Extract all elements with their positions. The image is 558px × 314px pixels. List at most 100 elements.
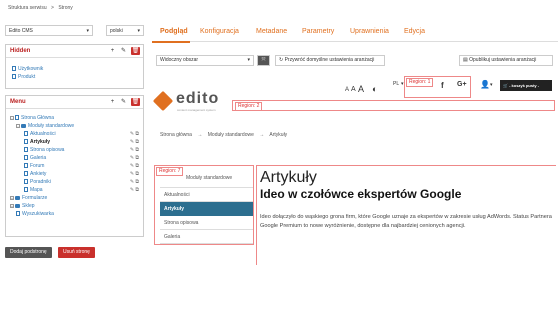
- tree-item[interactable]: Aktualności: [24, 131, 56, 138]
- folder-icon: [21, 123, 26, 128]
- side-menu-item[interactable]: Strona opisowa: [160, 216, 253, 230]
- publish-label: Opublikuj ustawienia aranżacji: [469, 57, 537, 63]
- page-icon: [12, 74, 16, 80]
- add-icon[interactable]: +: [108, 47, 117, 55]
- breadcrumb-separator: >: [51, 5, 54, 11]
- side-menu-item[interactable]: Galeria: [160, 230, 253, 244]
- hidden-panel-title: Hidden: [10, 48, 31, 54]
- page-icon: [24, 131, 28, 137]
- tree-item-label: Aktualności: [30, 131, 56, 137]
- menu-panel: Menu + ✎ 🗑 - Strona Główna - Moduły standa…: [5, 95, 144, 237]
- breadcrumb-pages: Strony: [58, 5, 73, 11]
- font-size-large[interactable]: A: [358, 84, 364, 94]
- chevron-down-icon: ▾: [247, 57, 250, 63]
- user-icon[interactable]: 👤: [480, 80, 490, 89]
- page-icon: [24, 187, 28, 193]
- edit-icon[interactable]: ✎ ⧉: [130, 139, 139, 145]
- language-select[interactable]: polski ▾: [106, 25, 144, 36]
- side-menu-item[interactable]: Aktualności: [160, 188, 253, 202]
- region-1-label[interactable]: Region: 1: [406, 78, 434, 87]
- hidden-panel: Hidden + ✎ 🗑 Użytkownik Produkt: [5, 44, 144, 89]
- restore-default-button[interactable]: ↻ Przywróć domyślne ustawienia aranżacji: [275, 55, 385, 66]
- edit-icon[interactable]: ✎ ⧉: [130, 171, 139, 177]
- expand-icon[interactable]: +: [10, 195, 14, 200]
- tree-item[interactable]: Wyszukiwarka: [16, 211, 54, 218]
- tree-item-label: Strona Główna: [21, 115, 55, 121]
- visible-area-select[interactable]: Widoczny obszar ▾: [156, 55, 254, 66]
- add-icon[interactable]: +: [108, 98, 117, 106]
- edit-icon[interactable]: ✎ ⧉: [130, 147, 139, 153]
- facebook-icon[interactable]: f: [441, 81, 444, 90]
- tab-edit[interactable]: Edycja: [404, 28, 425, 35]
- tree-item-label: Poradniki: [30, 179, 51, 185]
- cart-label: - koszyk pusty -: [509, 83, 540, 88]
- google-plus-icon[interactable]: G+: [457, 81, 467, 88]
- font-size-medium[interactable]: A: [351, 86, 356, 93]
- tree-item[interactable]: Mapa: [24, 187, 43, 194]
- crumb[interactable]: Moduły standardowe: [208, 132, 254, 138]
- collapse-icon[interactable]: -: [10, 115, 14, 120]
- tree-item[interactable]: Użytkownik: [12, 66, 43, 73]
- tab-metadata[interactable]: Metadane: [256, 28, 287, 35]
- tab-parameters[interactable]: Parametry: [302, 28, 334, 35]
- add-subpage-button[interactable]: Dodaj podstronę: [5, 247, 52, 258]
- tree-item-label: Ankiety: [30, 171, 47, 177]
- edit-icon[interactable]: ✎: [119, 98, 128, 106]
- tree-item[interactable]: Galeria: [24, 155, 46, 162]
- crumb: Artykuły: [269, 132, 288, 138]
- expand-icon[interactable]: +: [10, 203, 14, 208]
- tab-preview[interactable]: Podgląd: [160, 28, 188, 35]
- tree-item[interactable]: - Strona Główna: [10, 115, 54, 122]
- edit-icon[interactable]: ✎ ⧉: [130, 155, 139, 161]
- side-menu-item[interactable]: Moduły standardowe: [160, 171, 253, 188]
- tree-item-label: Forum: [30, 163, 45, 169]
- logo-subtitle: content management system: [177, 108, 216, 112]
- edit-icon[interactable]: ✎ ⧉: [130, 163, 139, 169]
- region-2-box: [232, 100, 555, 111]
- tree-item[interactable]: + Sklep: [10, 203, 35, 210]
- contrast-icon[interactable]: ◐: [372, 84, 377, 94]
- tab-configuration[interactable]: Konfiguracja: [200, 28, 239, 35]
- site-select[interactable]: Edito CMS ▾: [5, 25, 93, 36]
- publish-arrangement-button[interactable]: ▤ Opublikuj ustawienia aranżacji: [459, 55, 553, 66]
- tree-item[interactable]: Produkt: [12, 74, 35, 81]
- collapse-icon[interactable]: -: [16, 123, 20, 128]
- logo-text: edito: [176, 90, 220, 107]
- page-icon: [16, 211, 20, 217]
- page-icon: [24, 179, 28, 185]
- tree-item-label: Użytkownik: [18, 66, 44, 72]
- breadcrumb-structure[interactable]: Struktura serwisu: [8, 5, 47, 11]
- delete-page-button[interactable]: Usuń stronę: [58, 247, 95, 258]
- edit-icon[interactable]: ✎ ⧉: [130, 187, 139, 193]
- tree-item-label: Wyszukiwarka: [22, 211, 54, 217]
- crumb[interactable]: Strona główna: [160, 132, 192, 138]
- fullscreen-button[interactable]: ⤧: [257, 55, 270, 66]
- region-2-label[interactable]: Region: 2: [235, 102, 263, 111]
- font-size-small[interactable]: A: [345, 87, 349, 93]
- tree-item[interactable]: - Moduły standardowe: [16, 123, 74, 130]
- menu-panel-header: Menu + ✎ 🗑: [6, 96, 143, 109]
- delete-icon[interactable]: 🗑: [131, 98, 140, 106]
- chevron-down-icon: ▾: [137, 28, 140, 34]
- language-label[interactable]: PL: [393, 81, 399, 87]
- cart-button[interactable]: 🛒 - koszyk pusty -: [500, 80, 552, 91]
- tree-item[interactable]: Ankiety: [24, 171, 46, 178]
- edit-icon[interactable]: ✎: [119, 47, 128, 55]
- edit-icon[interactable]: ✎ ⧉: [130, 131, 139, 137]
- visible-area-value: Widoczny obszar: [160, 57, 199, 63]
- tree-item[interactable]: Strona opisowa: [24, 147, 64, 154]
- tree-item[interactable]: Forum: [24, 163, 44, 170]
- tree-item-label: Sklep: [22, 203, 35, 209]
- side-menu-item-active[interactable]: Artykuły: [160, 202, 253, 216]
- language-select-value: polski: [110, 28, 123, 34]
- chevron-down-icon: ▾: [490, 82, 493, 88]
- tree-item-selected[interactable]: Artykuły: [24, 139, 50, 146]
- edit-icon[interactable]: ✎ ⧉: [130, 179, 139, 185]
- tab-permissions[interactable]: Uprawnienia: [350, 28, 389, 35]
- site-select-value: Edito CMS: [9, 28, 33, 34]
- tree-item-label: Strona opisowa: [30, 147, 65, 153]
- tree-item[interactable]: Poradniki: [24, 179, 51, 186]
- arrow-right-icon: →: [197, 132, 203, 138]
- tree-item[interactable]: + Formularze: [10, 195, 47, 202]
- delete-icon[interactable]: 🗑: [131, 47, 140, 55]
